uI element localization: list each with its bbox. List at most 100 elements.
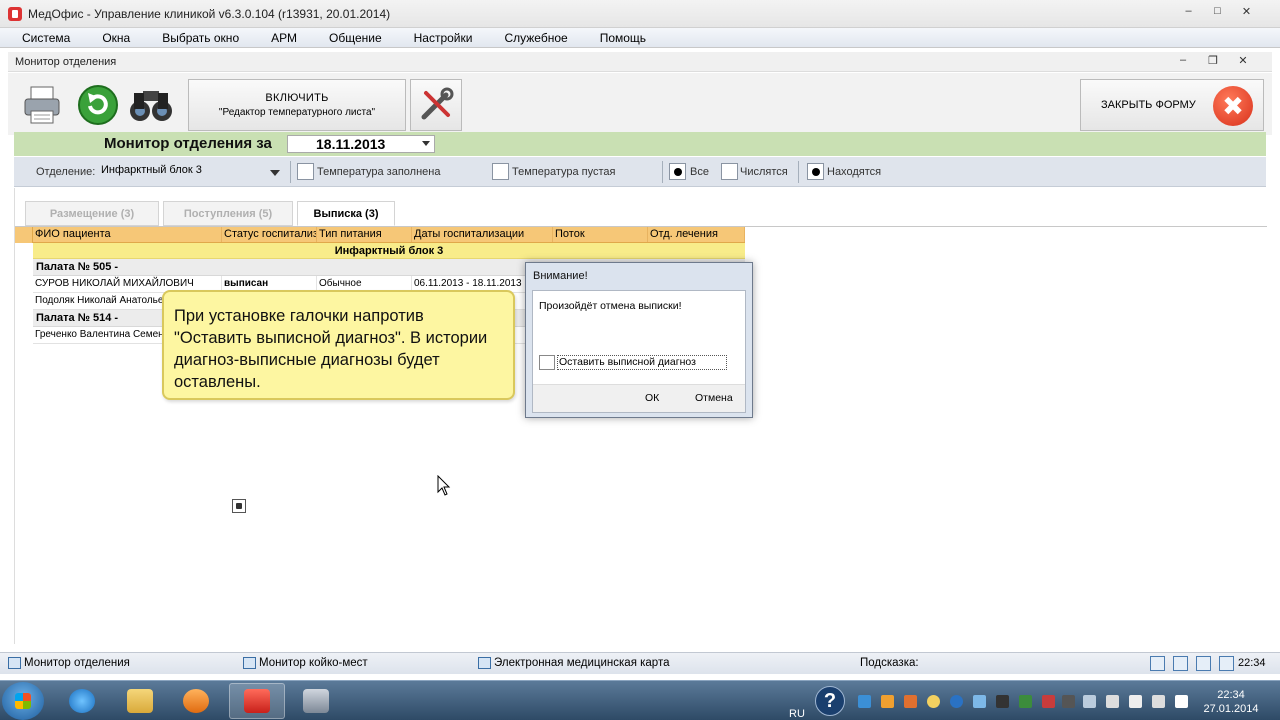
filter-bar: Отделение: Инфарктный блок 3 Температура… [14,157,1266,187]
cancel-button[interactable]: Отмена [695,392,733,404]
status-tab-label: Электронная медицинская карта [494,657,670,669]
status-tab-department-monitor[interactable]: Монитор отделения [8,657,130,669]
medoffice-taskbar-icon[interactable] [229,683,285,719]
chevron-down-icon [422,141,430,146]
close-form-button[interactable]: ЗАКРЫТЬ ФОРМУ ✖ [1080,79,1264,131]
listed-radio[interactable] [721,163,738,180]
all-radio[interactable] [669,163,686,180]
tray-icon-4[interactable] [927,695,940,708]
tab-admissions[interactable]: Поступления (5) [163,201,293,226]
maximize-button[interactable]: □ [1203,2,1232,20]
binoculars-icon[interactable] [126,79,176,131]
tray-icon-7[interactable] [996,695,1009,708]
date-value: 18.11.2013 [316,136,386,152]
ok-button[interactable]: ОК [645,392,659,404]
tab-discharge[interactable]: Выписка (3) [297,201,395,226]
save-icon[interactable] [1196,656,1211,671]
wrench-icon[interactable] [410,79,462,131]
keep-diagnosis-label[interactable]: Оставить выписной диагноз [557,355,727,370]
small-widget-icon[interactable] [232,499,246,513]
temp-filled-checkbox[interactable] [297,163,314,180]
status-bar: Монитор отделения Монитор койко-мест Эле… [0,652,1280,674]
divider [290,161,291,183]
window-controls: – □ ✕ [1174,2,1261,20]
tab-placement[interactable]: Размещение (3) [25,201,159,226]
tray-icon-1[interactable] [858,695,871,708]
start-button[interactable] [2,682,44,720]
department-select[interactable]: Инфарктный блок 3 [100,164,284,181]
edit-icon[interactable] [1173,656,1188,671]
tray-icon-10[interactable] [1062,695,1075,708]
close-window-button[interactable]: ✕ [1232,2,1261,20]
temp-filled-label: Температура заполнена [317,166,441,178]
clock-date: 27.01.2014 [1203,703,1259,715]
taskbar-clock[interactable]: 22:34 27.01.2014 [1200,688,1262,716]
department-label: Отделение: [36,166,96,178]
enable-temperature-editor-button[interactable]: ВКЛЮЧИТЬ "Редактор температурного листа" [188,79,406,131]
window-icon[interactable] [1219,656,1234,671]
monitor-app-icon[interactable] [288,683,344,719]
taskbar: RU ? 22:34 27.01.2014 [0,680,1280,720]
media-player-icon[interactable] [168,683,224,719]
clock-time: 22:34 [1217,689,1245,701]
folder-icon[interactable] [112,683,168,719]
dialog-message: Произойдёт отмена выписки! [539,300,682,312]
group-row[interactable]: Инфарктный блок 3 [33,243,745,259]
volume-icon[interactable] [1152,695,1165,708]
inner-restore-button[interactable]: ❐ [1198,51,1228,69]
tray-icon-2[interactable] [881,695,894,708]
tutorial-callout: При установке галочки напротив "Оставить… [162,290,515,400]
col-flow[interactable]: Поток [553,227,648,242]
printer-icon[interactable] [18,79,68,131]
status-tab-emr[interactable]: Электронная медицинская карта [478,657,669,669]
menu-arm[interactable]: АРМ [255,31,313,45]
help-icon[interactable]: ? [815,686,845,716]
tray-icon-8[interactable] [1019,695,1032,708]
menu-settings[interactable]: Настройки [398,31,489,45]
menu-system[interactable]: Система [0,31,86,45]
inner-close-button[interactable]: ✕ [1228,51,1258,69]
enable-sublabel: "Редактор температурного листа" [218,107,376,118]
menu-windows[interactable]: Окна [86,31,146,45]
minimize-button[interactable]: – [1174,2,1203,20]
date-bar: Монитор отделения за 18.11.2013 [14,132,1266,156]
tray-icon-6[interactable] [973,695,986,708]
network-icon[interactable] [1129,695,1142,708]
tray-icon-5[interactable] [950,695,963,708]
col-diet[interactable]: Тип питания [317,227,412,242]
menu-help[interactable]: Помощь [584,31,662,45]
chevron-down-icon [270,170,280,176]
toolbar: ВКЛЮЧИТЬ "Редактор температурного листа"… [8,73,1272,135]
bluetooth-icon[interactable] [1083,695,1096,708]
inner-window-controls: – ❐ ✕ [1168,51,1258,69]
monitor-date-label: Монитор отделения за [104,135,272,152]
inner-minimize-button[interactable]: – [1168,51,1198,69]
refresh-icon[interactable] [73,79,123,131]
language-indicator[interactable]: RU [789,694,805,720]
status-tab-bed-monitor[interactable]: Монитор койко-мест [243,657,368,669]
col-status[interactable]: Статус госпитализации [222,227,317,242]
all-label: Все [690,166,709,178]
list-icon[interactable] [1150,656,1165,671]
status-icons [1150,656,1234,671]
ie-icon[interactable] [54,683,110,719]
temp-empty-checkbox[interactable] [492,163,509,180]
divider [798,161,799,183]
menu-service[interactable]: Служебное [488,31,583,45]
row-indicator [15,227,33,243]
col-department[interactable]: Отд. лечения [648,227,745,242]
power-icon[interactable] [1106,695,1119,708]
menu-select-window[interactable]: Выбрать окно [146,31,255,45]
col-patient-name[interactable]: ФИО пациента [33,227,222,242]
menu-communication[interactable]: Общение [313,31,398,45]
col-dates[interactable]: Даты госпитализации [412,227,553,242]
mouse-cursor-icon [437,475,451,496]
present-radio[interactable] [807,163,824,180]
tray-icon-9[interactable] [1042,695,1055,708]
tray-icon-3[interactable] [904,695,917,708]
inner-window-titlebar: Монитор отделения [8,52,1272,72]
dialog-body: Произойдёт отмена выписки! Оставить выпи… [532,290,746,413]
flag-icon[interactable] [1175,695,1188,708]
keep-diagnosis-checkbox[interactable] [539,355,555,370]
date-picker[interactable]: 18.11.2013 [287,135,435,153]
